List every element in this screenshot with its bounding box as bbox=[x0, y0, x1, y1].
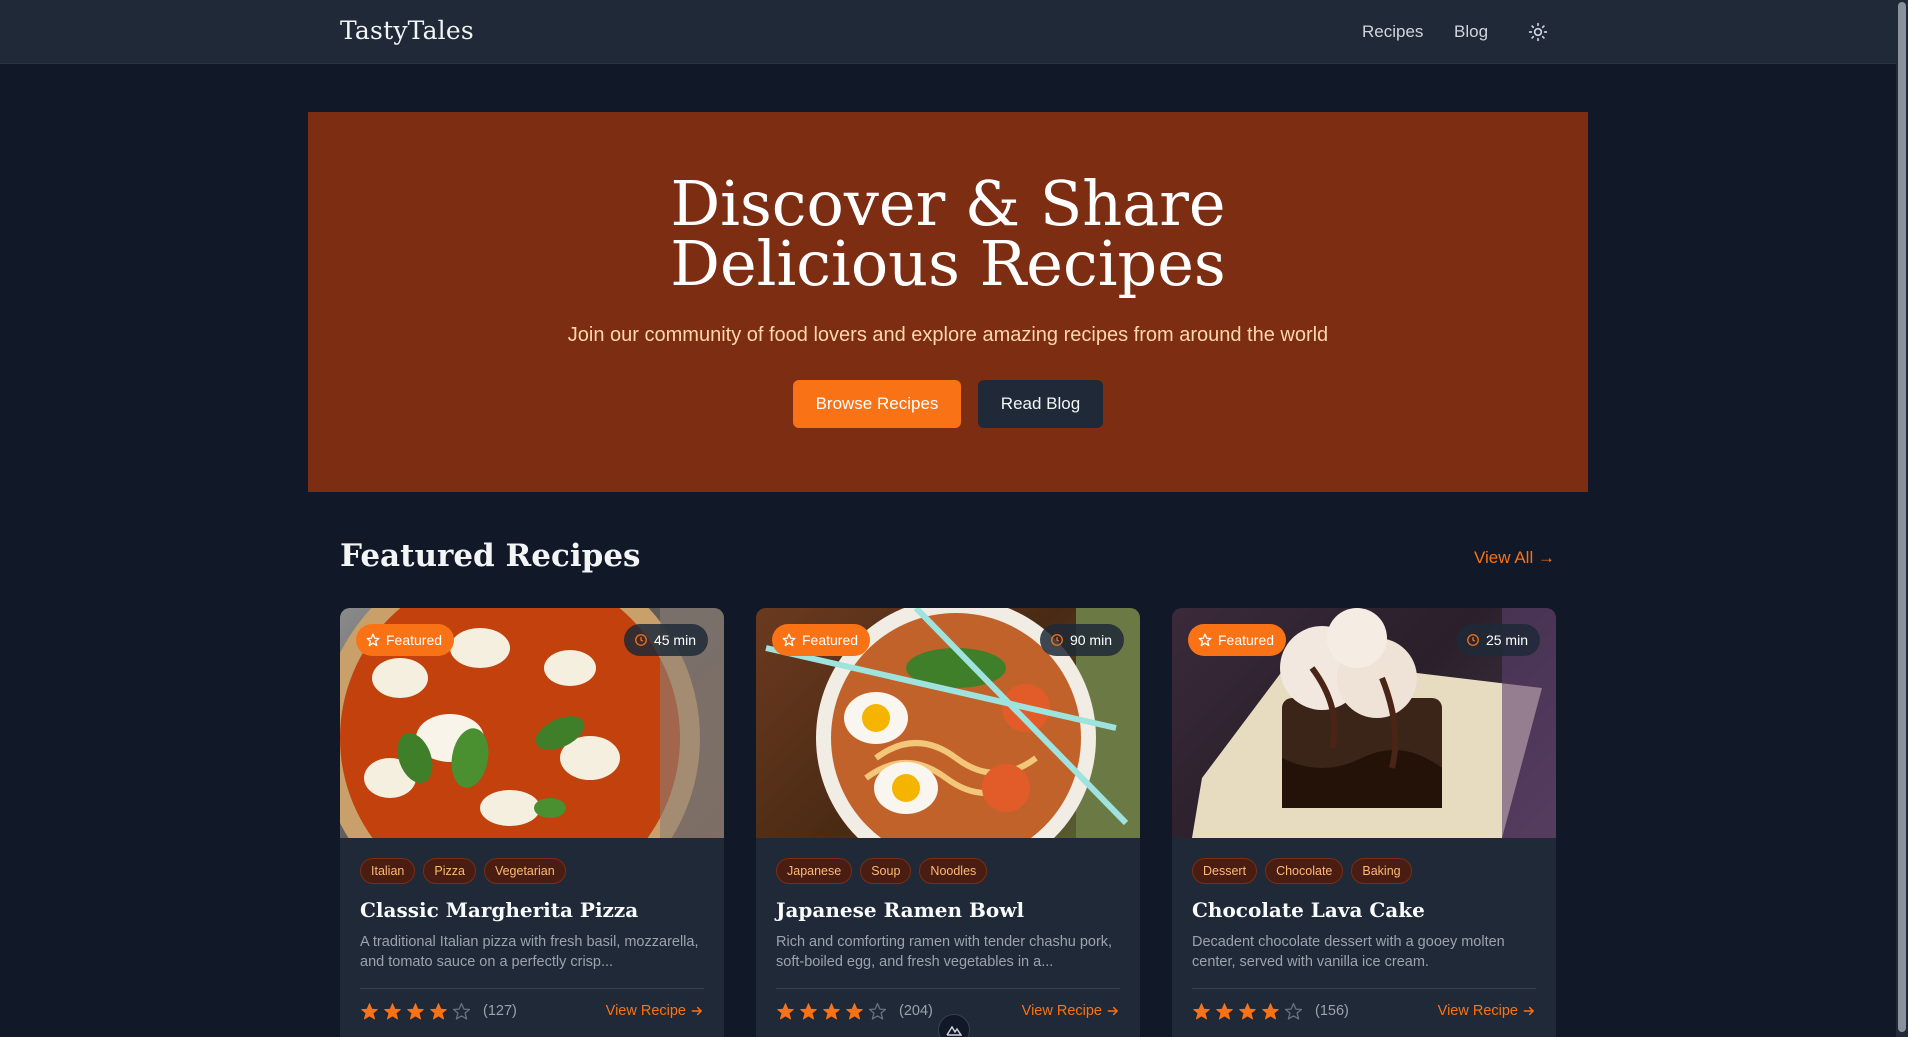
recipe-description: Rich and comforting ramen with tender ch… bbox=[776, 934, 1113, 970]
star-filled-icon bbox=[1193, 1002, 1210, 1019]
card-divider bbox=[360, 988, 704, 989]
recipe-image-cake[interactable]: Featured 25 min bbox=[1172, 608, 1556, 838]
tag[interactable]: Noodles bbox=[919, 858, 988, 884]
arrow-right-icon bbox=[1107, 1006, 1119, 1016]
rating-count: (127) bbox=[483, 1003, 517, 1019]
view-recipe-label: View Recipe bbox=[1437, 1003, 1518, 1019]
star-filled-icon bbox=[430, 1002, 447, 1019]
star-filled-icon bbox=[823, 1002, 840, 1019]
star-empty-icon bbox=[452, 1002, 471, 1020]
cook-time-badge: 45 min bbox=[623, 624, 708, 656]
arrow-right-icon bbox=[691, 1006, 703, 1016]
star-empty-icon bbox=[1284, 1002, 1303, 1020]
featured-badge: Featured bbox=[356, 624, 455, 656]
rating-count: (156) bbox=[1315, 1003, 1349, 1019]
page: TastyTales Recipes Blog Discover & Share… bbox=[0, 0, 1908, 1037]
view-all-link[interactable]: View All → bbox=[1474, 548, 1555, 568]
star-outline-icon bbox=[782, 633, 796, 647]
tag-list: Japanese Soup Noodles bbox=[776, 858, 988, 884]
star-rating: (204) bbox=[776, 1002, 933, 1021]
recipe-title[interactable]: Chocolate Lava Cake bbox=[1192, 898, 1425, 922]
featured-badge-label: Featured bbox=[802, 632, 859, 648]
hero-banner: Discover & Share Delicious Recipes Join … bbox=[308, 112, 1588, 492]
recipe-image-pizza[interactable]: Featured 45 min bbox=[340, 608, 724, 838]
recipe-card[interactable]: Featured 25 min Dessert Chocolate Baking… bbox=[1172, 608, 1556, 1037]
arrow-right-icon bbox=[1523, 1006, 1535, 1016]
star-filled-icon bbox=[1262, 1002, 1279, 1019]
tag[interactable]: Vegetarian bbox=[483, 858, 566, 884]
tag-list: Dessert Chocolate Baking bbox=[1192, 858, 1412, 884]
featured-section-title: Featured Recipes bbox=[340, 538, 641, 574]
theme-toggle-button[interactable] bbox=[1524, 18, 1552, 46]
view-recipe-label: View Recipe bbox=[605, 1003, 686, 1019]
hero-title-line-2: Delicious Recipes bbox=[670, 227, 1226, 300]
hero-subtitle: Join our community of food lovers and ex… bbox=[567, 324, 1329, 346]
recipe-card[interactable]: Featured 90 min Japanese Soup Noodles Ja… bbox=[756, 608, 1140, 1037]
nav-link-blog[interactable]: Blog bbox=[1454, 22, 1488, 42]
star-rating: (127) bbox=[360, 1002, 517, 1021]
tag[interactable]: Italian bbox=[360, 858, 416, 884]
tag[interactable]: Japanese bbox=[776, 858, 853, 884]
star-filled-icon bbox=[361, 1002, 378, 1019]
clock-icon bbox=[1467, 634, 1479, 646]
recipe-card[interactable]: Featured 45 min Italian Pizza Vegetarian… bbox=[340, 608, 724, 1037]
rating-count: (204) bbox=[899, 1003, 933, 1019]
recipe-title[interactable]: Japanese Ramen Bowl bbox=[776, 898, 1024, 922]
recipe-description: Decadent chocolate dessert with a gooey … bbox=[1192, 934, 1505, 970]
mountain-logo-icon bbox=[946, 1025, 962, 1036]
hero-title: Discover & Share Delicious Recipes bbox=[308, 173, 1588, 295]
featured-badge-label: Featured bbox=[386, 632, 443, 648]
star-filled-icon bbox=[800, 1002, 817, 1019]
site-logo[interactable]: TastyTales bbox=[340, 16, 474, 45]
card-divider bbox=[776, 988, 1120, 989]
cook-time-label: 25 min bbox=[1485, 632, 1528, 648]
sun-icon bbox=[1528, 22, 1548, 42]
cook-time-badge: 90 min bbox=[1039, 624, 1124, 656]
star-filled-icon bbox=[384, 1002, 401, 1019]
tag-list: Italian Pizza Vegetarian bbox=[360, 858, 566, 884]
view-recipe-link[interactable]: View Recipe bbox=[606, 1003, 704, 1019]
cook-time-label: 45 min bbox=[653, 632, 696, 648]
clock-icon bbox=[1051, 634, 1063, 646]
star-outline-icon bbox=[366, 633, 380, 647]
scrollbar[interactable] bbox=[1896, 0, 1908, 1037]
recipe-title[interactable]: Classic Margherita Pizza bbox=[360, 898, 638, 922]
featured-badge: Featured bbox=[772, 624, 871, 656]
star-filled-icon bbox=[407, 1002, 424, 1019]
view-recipe-label: View Recipe bbox=[1021, 1003, 1102, 1019]
tag[interactable]: Soup bbox=[860, 858, 912, 884]
star-filled-icon bbox=[846, 1002, 863, 1019]
browse-recipes-button[interactable]: Browse Recipes bbox=[793, 380, 961, 428]
view-recipe-link[interactable]: View Recipe bbox=[1438, 1003, 1536, 1019]
featured-badge: Featured bbox=[1188, 624, 1287, 656]
tag[interactable]: Pizza bbox=[423, 858, 476, 884]
card-footer: (127) View Recipe bbox=[360, 996, 704, 1026]
star-empty-icon bbox=[868, 1002, 887, 1020]
star-rating: (156) bbox=[1192, 1002, 1349, 1021]
cook-time-badge: 25 min bbox=[1455, 624, 1540, 656]
read-blog-button[interactable]: Read Blog bbox=[978, 380, 1103, 428]
scrollbar-thumb[interactable] bbox=[1898, 2, 1906, 1032]
clock-icon bbox=[635, 634, 647, 646]
tag[interactable]: Dessert bbox=[1192, 858, 1258, 884]
star-outline-icon bbox=[1198, 633, 1212, 647]
star-filled-icon bbox=[1239, 1002, 1256, 1019]
featured-badge-label: Featured bbox=[1218, 632, 1275, 648]
recipe-image-ramen[interactable]: Featured 90 min bbox=[756, 608, 1140, 838]
tag[interactable]: Baking bbox=[1351, 858, 1412, 884]
top-navbar: TastyTales Recipes Blog bbox=[0, 0, 1896, 64]
star-filled-icon bbox=[1216, 1002, 1233, 1019]
star-filled-icon bbox=[777, 1002, 794, 1019]
recipe-description: A traditional Italian pizza with fresh b… bbox=[360, 934, 699, 970]
card-footer: (156) View Recipe bbox=[1192, 996, 1536, 1026]
cook-time-label: 90 min bbox=[1069, 632, 1112, 648]
view-recipe-link[interactable]: View Recipe bbox=[1022, 1003, 1120, 1019]
nav-link-recipes[interactable]: Recipes bbox=[1362, 22, 1423, 42]
tag[interactable]: Chocolate bbox=[1265, 858, 1344, 884]
card-divider bbox=[1192, 988, 1536, 989]
